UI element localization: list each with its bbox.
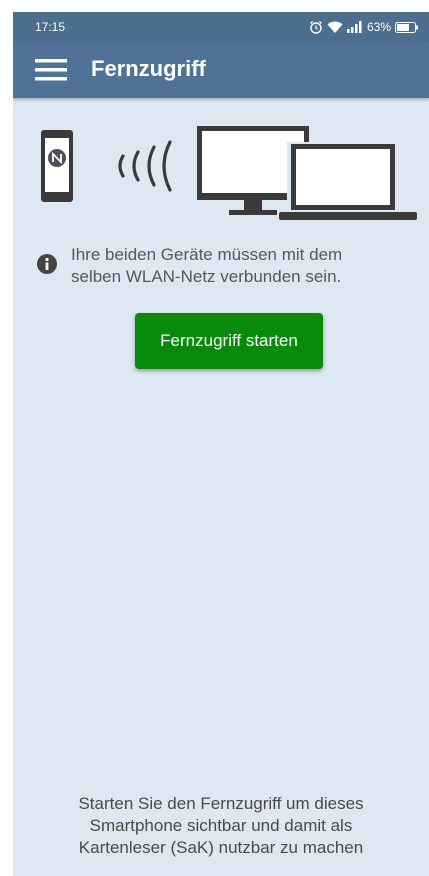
page-title: Fernzugriff bbox=[91, 56, 206, 81]
footer-line-3: Kartenleser (SaK) nutzbar zu machen bbox=[78, 838, 364, 857]
start-remote-access-button[interactable]: Fernzugriff starten bbox=[135, 313, 323, 369]
smartphone-nfc-icon bbox=[41, 130, 73, 202]
signal-icon bbox=[346, 21, 362, 33]
footer-description: Starten Sie den Fernzugriff um dieses Sm… bbox=[13, 793, 429, 859]
alarm-icon bbox=[309, 21, 322, 34]
laptop-icon bbox=[279, 142, 417, 220]
connection-illustration bbox=[41, 126, 417, 220]
footer-line-2: Smartphone sichtbar und damit als bbox=[89, 816, 353, 835]
info-text: Ihre beiden Geräte müssen mit dem selben… bbox=[71, 244, 342, 288]
status-icons: 63% bbox=[309, 18, 419, 36]
wifi-icon bbox=[327, 21, 343, 33]
menu-button[interactable] bbox=[35, 58, 67, 82]
hamburger-menu-icon bbox=[35, 59, 67, 81]
battery-percent: 63% bbox=[366, 20, 391, 34]
info-line-2: selben WLAN-Netz verbunden sein. bbox=[71, 267, 342, 286]
wireless-waves-icon bbox=[118, 140, 172, 192]
app-screen: 17:15 63% Fernzugriff Ihre beiden Geräte… bbox=[13, 12, 429, 876]
info-line-1: Ihre beiden Geräte müssen mit dem bbox=[71, 245, 343, 264]
app-bar: Fernzugriff bbox=[13, 42, 429, 98]
battery-icon bbox=[395, 21, 418, 33]
info-icon bbox=[37, 254, 57, 274]
footer-line-1: Starten Sie den Fernzugriff um dieses bbox=[78, 794, 364, 813]
wifi-requirement-info: Ihre beiden Geräte müssen mit dem selben… bbox=[37, 244, 397, 288]
status-bar: 17:15 63% bbox=[13, 12, 429, 42]
status-time: 17:15 bbox=[35, 20, 66, 34]
